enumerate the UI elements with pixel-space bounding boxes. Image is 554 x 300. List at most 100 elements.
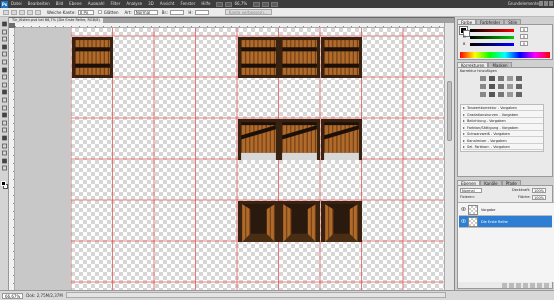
blue-slider-track[interactable] (470, 43, 514, 46)
menu-file[interactable]: Datei (11, 0, 22, 8)
brush-tool-icon[interactable] (1, 74, 8, 80)
expand-arrow-icon[interactable] (463, 120, 465, 122)
layer-name[interactable]: Die Erste Reihe (481, 220, 508, 224)
red-slider-track[interactable] (470, 29, 514, 32)
add-mask-icon[interactable] (516, 283, 521, 288)
status-zoom-field[interactable]: 66,67% (2, 292, 24, 299)
expand-arrow-icon[interactable] (463, 139, 465, 142)
horizontal-scrollbar[interactable] (66, 292, 446, 298)
black-white-icon[interactable] (498, 84, 504, 89)
path-select-tool-icon[interactable] (1, 135, 8, 141)
adjustment-layer-icon[interactable] (523, 283, 528, 288)
hand-view-button[interactable] (253, 1, 261, 7)
new-layer-icon[interactable] (537, 283, 542, 288)
red-value[interactable]: 0 (520, 27, 528, 32)
document-canvas[interactable] (71, 28, 444, 290)
feather-input[interactable]: 0 Px (77, 9, 94, 15)
dodge-tool-icon[interactable] (1, 112, 8, 118)
channel-mixer-icon[interactable] (516, 84, 522, 89)
menu-select[interactable]: Auswahl (88, 0, 105, 8)
quick-select-tool-icon[interactable] (1, 44, 8, 50)
bridge-button[interactable] (216, 1, 224, 7)
mini-bridge-button[interactable] (225, 1, 233, 7)
add-selection-icon[interactable] (19, 9, 25, 15)
healing-tool-icon[interactable] (1, 67, 8, 73)
style-select[interactable]: Normal (133, 9, 158, 15)
vertical-scroll-thumb[interactable] (447, 81, 452, 141)
minimize-icon[interactable] (539, 1, 543, 6)
screen-mode-button[interactable] (271, 1, 279, 7)
3d-rotate-tool-icon[interactable] (1, 150, 8, 156)
visibility-eye-icon[interactable] (461, 219, 466, 223)
zoom-level-menu[interactable]: 66,7% (234, 0, 247, 8)
menu-layer[interactable]: Ebene (69, 0, 82, 8)
selective-color-icon[interactable] (516, 92, 522, 97)
history-brush-tool-icon[interactable] (1, 89, 8, 95)
new-selection-icon[interactable] (11, 9, 17, 15)
new-group-icon[interactable] (530, 283, 535, 288)
close-icon[interactable] (549, 1, 553, 6)
gradient-tool-icon[interactable] (1, 105, 8, 111)
menu-analysis[interactable]: Analyse (126, 0, 142, 8)
canvas-workspace[interactable] (15, 28, 444, 290)
fill-input[interactable]: 100% (532, 195, 546, 200)
menu-3d[interactable]: 3D (148, 0, 154, 8)
adjustment-preset-item[interactable]: Kanalmixer - Vorgaben (463, 139, 543, 144)
gradient-map-icon[interactable] (507, 92, 513, 97)
color-spectrum-bar[interactable] (460, 52, 550, 58)
menu-help[interactable]: Hilfe (201, 0, 210, 8)
move-tool-icon[interactable] (1, 21, 8, 27)
zoom-tool-icon[interactable] (1, 165, 8, 171)
hue-saturation-icon[interactable] (480, 84, 486, 89)
document-size-info[interactable]: Dok: 2,75M/2,37M (26, 293, 63, 298)
antialias-checkbox[interactable] (97, 10, 102, 14)
color-balance-icon[interactable] (489, 84, 495, 89)
invert-icon[interactable] (480, 92, 486, 97)
visibility-eye-icon[interactable] (461, 207, 466, 211)
menu-image[interactable]: Bild (56, 0, 64, 8)
adjustment-preset-item[interactable]: Sel. Farbkorr. - Vorgaben (463, 145, 543, 150)
layer-row-die-erste-reihe[interactable]: Die Erste Reihe (459, 216, 552, 228)
adjustment-preset-item[interactable]: Farbton/Sättigung - Vorgaben (463, 126, 543, 131)
layer-row-vorgabe[interactable]: Vorgabe (459, 204, 552, 216)
eyedropper-tool-icon[interactable] (1, 59, 8, 65)
adjustment-preset-item[interactable]: Tonwertkorrektur - Vorgaben (463, 106, 543, 111)
hand-tool-icon[interactable] (1, 158, 8, 164)
clone-stamp-tool-icon[interactable] (1, 82, 8, 88)
adjustment-preset-item[interactable]: Schwarzweiß - Vorgaben (463, 132, 543, 137)
adjustment-preset-item[interactable]: Gradationskurven - Vorgaben (463, 113, 543, 118)
opacity-input[interactable]: 100% (532, 188, 546, 193)
expand-arrow-icon[interactable] (463, 113, 465, 116)
arrange-documents-button[interactable] (262, 1, 270, 7)
menu-window[interactable]: Fenster (181, 0, 196, 8)
blend-mode-select[interactable]: Normal (460, 188, 482, 193)
type-tool-icon[interactable] (1, 127, 8, 133)
layer-style-icon[interactable] (509, 283, 514, 288)
menu-edit[interactable]: Bearbeiten (28, 0, 50, 8)
adjustment-preset-item[interactable]: Belichtung - Vorgaben (463, 119, 543, 124)
blue-slider[interactable]: B 0 (463, 41, 528, 46)
shape-tool-icon[interactable] (1, 143, 8, 149)
height-input[interactable] (194, 9, 209, 15)
menu-view[interactable]: Ansicht (160, 0, 175, 8)
levels-icon[interactable] (489, 76, 495, 81)
lasso-tool-icon[interactable] (1, 36, 8, 42)
green-slider-track[interactable] (470, 36, 514, 39)
intersect-selection-icon[interactable] (35, 9, 41, 15)
maximize-icon[interactable] (544, 1, 548, 6)
expand-arrow-icon[interactable] (463, 126, 465, 129)
refine-edge-button[interactable]: Kante verbessern... (224, 9, 272, 15)
menu-filter[interactable]: Filter (110, 0, 120, 8)
green-slider[interactable]: G 0 (463, 34, 528, 39)
photo-filter-icon[interactable] (507, 84, 513, 89)
toolbox-foreground-color[interactable] (1, 181, 6, 186)
brightness-icon[interactable] (480, 76, 486, 81)
red-slider[interactable]: R 0 (463, 27, 528, 32)
link-layers-icon[interactable] (502, 283, 507, 288)
pen-tool-icon[interactable] (1, 120, 8, 126)
workspace-switcher[interactable]: Grundelemente (508, 0, 539, 8)
delete-layer-icon[interactable] (544, 283, 549, 288)
expand-arrow-icon[interactable] (463, 107, 465, 109)
threshold-icon[interactable] (498, 92, 504, 97)
curves-icon[interactable] (498, 76, 504, 81)
